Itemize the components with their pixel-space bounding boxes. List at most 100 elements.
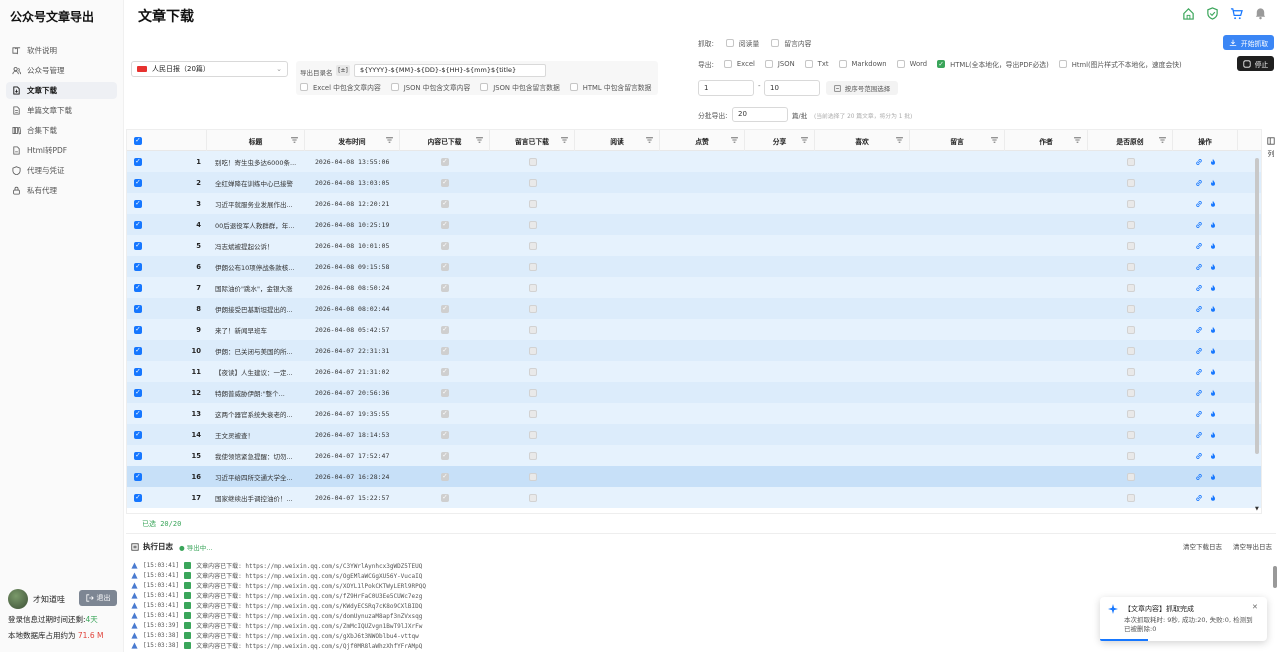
article-title[interactable]: 伊朗公布10项停战条款核... (207, 256, 305, 277)
close-icon[interactable]: ✕ (1252, 603, 1258, 611)
fire-icon[interactable] (1209, 158, 1217, 166)
link-icon[interactable] (1195, 263, 1203, 271)
fire-icon[interactable] (1209, 389, 1217, 397)
filter-icon[interactable] (801, 137, 808, 143)
row-checkbox[interactable] (134, 346, 142, 355)
article-title[interactable]: 这两个器官系统失衰老的... (207, 403, 305, 424)
article-title[interactable]: 王文灵被查！ (207, 424, 305, 445)
fire-icon[interactable] (1209, 347, 1217, 355)
logout-button[interactable]: 退出 (79, 590, 117, 606)
column-settings-button[interactable]: 列 (1264, 137, 1278, 160)
link-icon[interactable] (1195, 179, 1203, 187)
fire-icon[interactable] (1209, 221, 1217, 229)
checkbox[interactable] (390, 83, 399, 91)
column-header-2[interactable]: 内容已下载 (400, 130, 490, 151)
fire-icon[interactable] (1209, 242, 1217, 250)
range-select-button[interactable]: 按序号范围选择 (826, 81, 898, 95)
link-icon[interactable] (1195, 242, 1203, 250)
article-title[interactable]: 国际油价"跳水"，金银大涨 (207, 277, 305, 298)
batch-size-input[interactable]: 20 (732, 107, 788, 122)
sidebar-item-0[interactable]: 软件说明 (6, 42, 117, 59)
row-checkbox[interactable] (134, 241, 142, 250)
fire-icon[interactable] (1209, 263, 1217, 271)
table-row[interactable]: 6 伊朗公布10项停战条款核... 2026-04-08 09:15:58 (127, 256, 1261, 277)
sidebar-item-2[interactable]: 文章下载 (6, 82, 117, 99)
dir-option-3[interactable]: HTML 中包含留言数据 (569, 82, 651, 92)
checkbox[interactable] (838, 60, 847, 68)
article-title[interactable]: 伊朗接受巴基斯坦提出的... (207, 298, 305, 319)
column-header-1[interactable]: 发布时间 (305, 130, 400, 151)
row-checkbox[interactable] (134, 367, 142, 376)
row-checkbox[interactable] (134, 199, 142, 208)
article-title[interactable]: 我使领馆紧急提醒：切勿... (207, 445, 305, 466)
checkbox[interactable] (300, 83, 308, 91)
link-icon[interactable] (1195, 410, 1203, 418)
fire-icon[interactable] (1209, 284, 1217, 292)
export-option-0[interactable]: Excel (723, 59, 755, 69)
fire-icon[interactable] (1209, 410, 1217, 418)
table-row[interactable]: 10 伊朗：已关闭与美国的所... 2026-04-07 22:31:31 (127, 340, 1261, 361)
fetch-option-0[interactable]: 阅读量 (725, 38, 759, 48)
sidebar-item-4[interactable]: 合集下载 (6, 122, 117, 139)
dir-option-1[interactable]: JSON 中包含文章内容 (390, 82, 470, 92)
sidebar-item-3[interactable]: 单篇文章下载 (6, 102, 117, 119)
article-title[interactable]: 国家继续出手调控油价！... (207, 487, 305, 508)
article-title[interactable]: 00后退役军人救群群，年... (207, 214, 305, 235)
table-row[interactable]: 5 冯志斌被提起公诉！ 2026-04-08 10:01:05 (127, 235, 1261, 256)
fire-icon[interactable] (1209, 305, 1217, 313)
checkbox[interactable] (771, 39, 780, 47)
dir-option-0[interactable]: Excel 中包含文章内容 (300, 82, 381, 92)
fire-icon[interactable] (1209, 494, 1217, 502)
filter-icon[interactable] (896, 137, 903, 143)
row-checkbox[interactable] (134, 262, 142, 271)
fetch-option-1[interactable]: 留言内容 (771, 38, 811, 48)
row-checkbox[interactable] (134, 283, 142, 292)
table-row[interactable]: 15 我使领馆紧急提醒：切勿... 2026-04-07 17:52:47 (127, 445, 1261, 466)
column-header-0[interactable]: 标题 (207, 130, 305, 151)
row-checkbox[interactable] (134, 178, 142, 187)
scroll-down-icon[interactable]: ▼ (1255, 506, 1259, 512)
home-icon[interactable] (1181, 6, 1196, 21)
filter-icon[interactable] (561, 137, 568, 143)
sidebar-item-1[interactable]: 公众号管理 (6, 62, 117, 79)
column-header-11[interactable]: 操作 (1173, 130, 1238, 151)
article-title[interactable]: 来了！新闻早班车 (207, 319, 305, 340)
column-header-5[interactable]: 点赞 (660, 130, 745, 151)
log-scrollbar[interactable] (1273, 566, 1277, 588)
export-option-2[interactable]: Txt (804, 59, 829, 69)
sidebar-item-6[interactable]: 代理与凭证 (6, 162, 117, 179)
article-title[interactable]: 习近平就服务业发展作出... (207, 193, 305, 214)
filter-icon[interactable] (291, 137, 298, 143)
checkbox[interactable] (896, 60, 905, 68)
table-row[interactable]: 3 习近平就服务业发展作出... 2026-04-08 12:20:21 (127, 193, 1261, 214)
link-icon[interactable] (1195, 431, 1203, 439)
checkbox[interactable] (569, 83, 578, 91)
fire-icon[interactable] (1209, 452, 1217, 460)
link-icon[interactable] (1195, 347, 1203, 355)
link-icon[interactable] (1195, 284, 1203, 292)
column-header-3[interactable]: 留言已下载 (490, 130, 575, 151)
filter-icon[interactable] (386, 137, 393, 143)
column-header-8[interactable]: 留言 (910, 130, 1005, 151)
row-checkbox[interactable] (134, 451, 142, 460)
checkbox[interactable] (723, 60, 732, 68)
column-header-9[interactable]: 作者 (1005, 130, 1088, 151)
export-option-6[interactable]: Html(图片样式不本地化，速度会快) (1058, 59, 1182, 69)
checkbox[interactable] (764, 60, 773, 68)
row-checkbox[interactable] (134, 220, 142, 229)
fire-icon[interactable] (1209, 431, 1217, 439)
table-row[interactable]: 16 习近平给四所交通大学全... 2026-04-07 16:28:24 (127, 466, 1261, 487)
fire-icon[interactable] (1209, 179, 1217, 187)
table-row[interactable]: 2 全红婵降在训练中心已接警 2026-04-08 13:03:05 (127, 172, 1261, 193)
cart-icon[interactable] (1229, 6, 1244, 21)
article-title[interactable]: 【夜读】人生建议：一定... (207, 361, 305, 382)
link-icon[interactable] (1195, 305, 1203, 313)
column-header-4[interactable]: 阅读 (575, 130, 660, 151)
row-checkbox[interactable] (134, 388, 142, 397)
article-title[interactable]: 全红婵降在训练中心已接警 (207, 172, 305, 193)
checkbox[interactable] (480, 83, 489, 91)
checkbox[interactable] (725, 39, 734, 47)
row-checkbox[interactable] (134, 493, 142, 502)
filter-icon[interactable] (1159, 137, 1166, 143)
export-option-5[interactable]: HTML(全本地化，导出PDF必选) (937, 59, 1049, 69)
